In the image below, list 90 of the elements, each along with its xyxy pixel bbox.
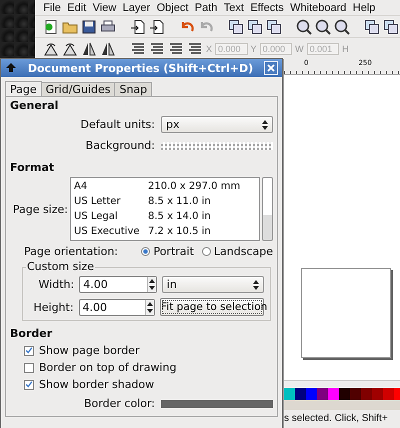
tab[interactable]: Snap: [114, 82, 152, 96]
section-heading: Border: [10, 327, 54, 341]
status-text: s selected. Click, Shift+: [284, 412, 389, 426]
align-icon[interactable]: [187, 40, 203, 56]
field-label: Page orientation:: [24, 244, 118, 258]
units-dropdown[interactable]: px: [161, 116, 273, 133]
field-label: Y: [250, 44, 257, 54]
list-item-size: 7.2 x 10.5 in: [148, 225, 211, 239]
print-icon[interactable]: [100, 18, 116, 34]
copy-icon[interactable]: [228, 18, 244, 34]
field-label: Height:: [33, 300, 74, 314]
height-field[interactable]: 4.00: [78, 298, 155, 316]
field-label: W: [295, 44, 304, 54]
list-item[interactable]: US Legal: [74, 209, 148, 224]
menu-item[interactable]: Object: [153, 0, 192, 14]
menu-item[interactable]: Path: [192, 0, 221, 14]
rotate-icon[interactable]: [62, 40, 78, 56]
menu-item[interactable]: View: [89, 0, 120, 14]
color-swatch[interactable]: [361, 388, 372, 400]
checkbox-label: Show page border: [39, 344, 140, 357]
up-down-arrows-icon: [262, 120, 268, 130]
section-heading: General: [10, 99, 60, 113]
checkbox-label: Border on top of drawing: [39, 361, 176, 374]
group-icon[interactable]: [383, 18, 399, 34]
flip-icon[interactable]: [81, 40, 97, 56]
menu-item[interactable]: Edit: [64, 0, 90, 14]
checkbox[interactable]: [24, 346, 34, 356]
color-swatch[interactable]: [372, 388, 383, 400]
desktop-background: [0, 0, 35, 60]
align-icon[interactable]: [149, 40, 165, 56]
section-heading: Format: [10, 161, 56, 175]
window-title: Document Properties (Shift+Ctrl+D): [26, 62, 254, 74]
menu-item[interactable]: Text: [220, 0, 248, 14]
field-label: H: [342, 44, 349, 54]
flip-icon[interactable]: [100, 40, 116, 56]
border-color-swatch[interactable]: [161, 400, 273, 408]
field-label: X: [206, 44, 212, 54]
save-icon[interactable]: [81, 18, 97, 34]
list-item-size: 210.0 x 297.0 mm: [148, 180, 240, 194]
color-swatch[interactable]: [328, 388, 339, 400]
list-item[interactable]: A4: [74, 179, 148, 194]
group-icon[interactable]: [364, 18, 380, 34]
menu-item[interactable]: Effects: [247, 0, 287, 14]
menu-item[interactable]: Help: [350, 0, 379, 14]
color-swatch[interactable]: [306, 388, 317, 400]
checkbox-label: Show border shadow: [39, 378, 154, 391]
field-label: Background:: [86, 139, 155, 152]
checkbox[interactable]: [24, 362, 34, 372]
list-item-size: 8.5 x 11.0 in: [148, 195, 211, 209]
list-item[interactable]: US Letter: [74, 194, 148, 209]
radio-button[interactable]: [202, 246, 211, 256]
import-icon[interactable]: [130, 18, 146, 34]
tab[interactable]: Grid/Guides: [40, 82, 116, 96]
menu-item[interactable]: Layer: [119, 0, 154, 14]
radio-button[interactable]: [141, 246, 150, 256]
zoom-icon[interactable]: [315, 18, 331, 34]
list-item-size: 8.5 x 14.0 in: [148, 210, 211, 224]
color-swatch[interactable]: [383, 388, 394, 400]
radio-label: Landscape: [214, 244, 273, 258]
menu-item[interactable]: File: [40, 0, 64, 14]
color-swatch[interactable]: [284, 388, 295, 400]
field-label: Border color:: [84, 397, 155, 410]
spin-arrows-icon[interactable]: [146, 277, 156, 292]
close-icon[interactable]: [264, 61, 278, 75]
color-swatch[interactable]: [295, 388, 306, 400]
field-label: Default units:: [80, 118, 155, 131]
zoom-icon[interactable]: [334, 18, 350, 34]
field-label: Page size:: [12, 202, 68, 216]
app-icon: [5, 62, 17, 74]
checkbox[interactable]: [24, 380, 34, 390]
width-field[interactable]: 4.00: [79, 276, 157, 293]
up-down-arrows-icon: [253, 280, 259, 290]
color-swatch[interactable]: [317, 388, 328, 400]
zoom-icon[interactable]: [296, 18, 312, 34]
field-label: Width:: [38, 278, 74, 291]
menu-item[interactable]: Whiteboard: [286, 0, 350, 14]
radio-label: Portrait: [153, 244, 194, 258]
align-icon[interactable]: [130, 40, 146, 56]
new-icon[interactable]: [43, 18, 59, 34]
color-swatch[interactable]: [350, 388, 361, 400]
rotate-icon[interactable]: [43, 40, 59, 56]
background-color-swatch[interactable]: [161, 142, 273, 150]
list-item[interactable]: US Executive: [74, 224, 148, 239]
spin-arrows-icon[interactable]: [145, 300, 154, 314]
align-icon[interactable]: [168, 40, 184, 56]
frame-legend: Custom size: [26, 261, 95, 273]
tab[interactable]: Page: [5, 81, 42, 96]
color-swatch[interactable]: [339, 388, 350, 400]
scrollbar[interactable]: [262, 177, 273, 241]
unit-dropdown[interactable]: in: [162, 276, 264, 293]
